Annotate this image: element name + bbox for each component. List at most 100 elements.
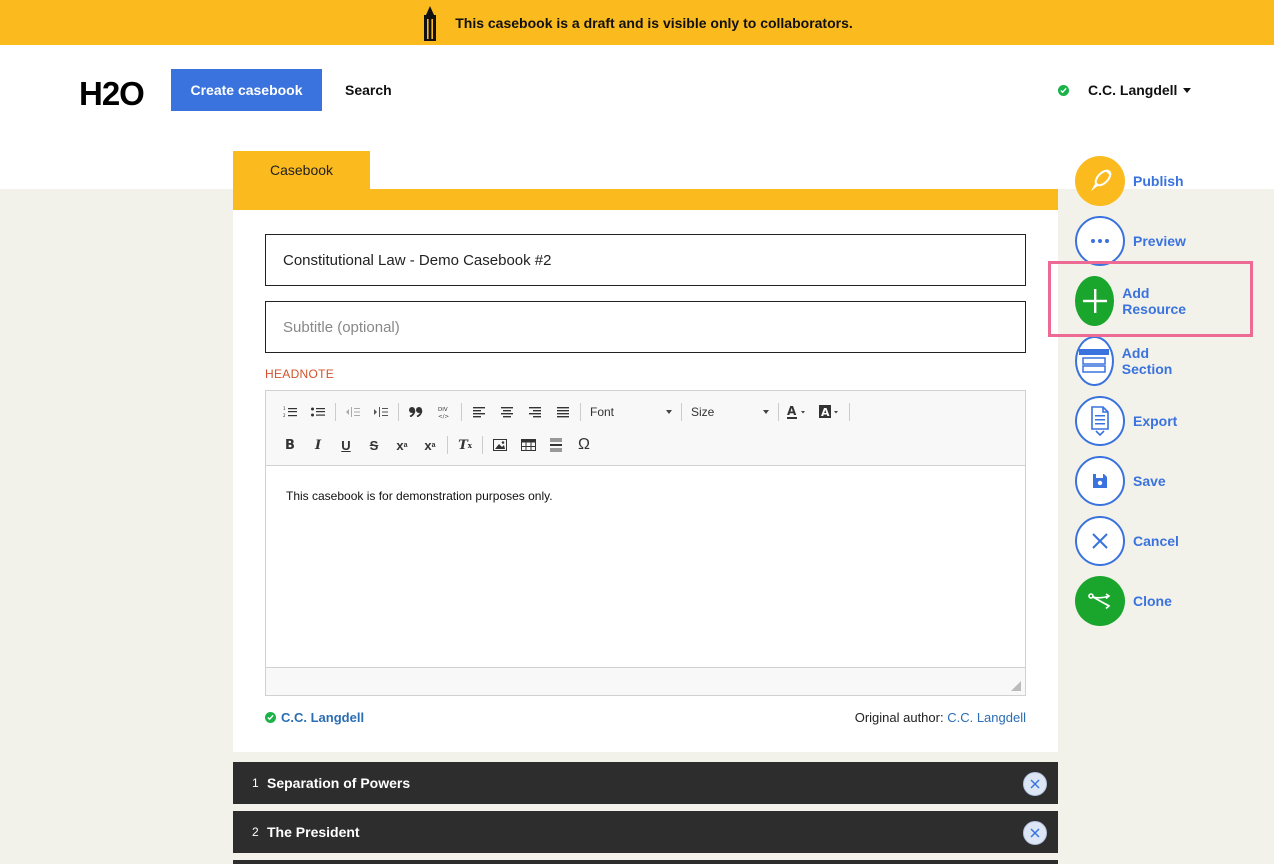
document-icon [1075, 396, 1125, 446]
user-name: C.C. Langdell [1088, 82, 1178, 98]
highlight-box [1048, 261, 1253, 337]
svg-text:1: 1 [283, 406, 286, 411]
numbered-list-icon[interactable]: 12 [276, 401, 304, 423]
tab-bar [233, 189, 1058, 210]
ellipsis-icon [1075, 216, 1125, 266]
draft-banner: This casebook is a draft and is visible … [0, 0, 1274, 45]
section-title[interactable]: The President [267, 824, 360, 840]
publish-icon [1075, 156, 1125, 206]
section-title[interactable]: Separation of Powers [267, 775, 410, 791]
section-icon [1075, 336, 1114, 386]
original-author-label: Original author: [854, 710, 944, 725]
close-icon [1075, 516, 1125, 566]
resize-handle-icon[interactable] [1011, 681, 1021, 691]
outdent-icon[interactable] [339, 401, 367, 423]
original-author-link[interactable]: C.C. Langdell [947, 710, 1026, 725]
toolbar-divider [681, 403, 682, 421]
bold-icon[interactable]: B [276, 434, 304, 456]
editor-content[interactable]: This casebook is for demonstration purpo… [286, 489, 553, 503]
font-select[interactable]: Font [584, 401, 678, 423]
strikethrough-icon[interactable]: S [360, 434, 388, 456]
publish-label: Publish [1133, 173, 1184, 189]
collaborator-name: C.C. Langdell [281, 710, 365, 725]
clone-button[interactable]: Clone [1075, 576, 1172, 626]
underline-icon[interactable]: U [332, 434, 360, 456]
clone-icon [1075, 576, 1125, 626]
background-color-icon[interactable]: A [814, 401, 846, 423]
blockquote-icon[interactable] [402, 401, 430, 423]
floppy-icon [1075, 456, 1125, 506]
text-color-icon[interactable]: A [782, 401, 814, 423]
section-row[interactable]: 1 Separation of Powers [233, 762, 1058, 804]
toolbar-divider [849, 403, 850, 421]
editor-toolbar: 12 DIV </> Font Size A A B I U S x a x a… [266, 391, 1025, 466]
chevron-down-icon [666, 410, 672, 414]
section-number: 1 [252, 776, 259, 790]
save-label: Save [1133, 473, 1166, 489]
preview-label: Preview [1133, 233, 1186, 249]
size-select[interactable]: Size [685, 401, 775, 423]
indent-icon[interactable] [367, 401, 395, 423]
remove-format-icon[interactable]: Tx [451, 434, 479, 456]
pencil-icon [424, 5, 437, 41]
align-center-icon[interactable] [493, 401, 521, 423]
svg-text:DIV: DIV [438, 407, 448, 413]
subtitle-input[interactable] [265, 301, 1026, 353]
clone-label: Clone [1133, 593, 1172, 609]
cancel-label: Cancel [1133, 533, 1179, 549]
svg-text:A: A [787, 405, 797, 418]
user-menu[interactable]: C.C. Langdell [1058, 82, 1192, 98]
export-button[interactable]: Export [1075, 396, 1177, 446]
font-select-label: Font [590, 405, 615, 419]
align-left-icon[interactable] [465, 401, 493, 423]
toolbar-divider [461, 403, 462, 421]
remove-section-button[interactable] [1023, 772, 1047, 796]
headnote-editor: 12 DIV </> Font Size A A B I U S x a x a… [265, 390, 1026, 696]
original-author: Original author: C.C. Langdell [855, 710, 1026, 725]
toolbar-divider [398, 403, 399, 421]
cancel-button[interactable]: Cancel [1075, 516, 1179, 566]
add-section-label: Add Section [1121, 345, 1173, 377]
close-icon [1030, 828, 1040, 838]
table-icon[interactable] [514, 434, 542, 456]
add-section-button[interactable]: Add Section [1075, 336, 1184, 386]
casebook-form: HEADNOTE 12 [233, 210, 1058, 752]
svg-text:A: A [821, 406, 830, 419]
create-casebook-button[interactable]: Create casebook [171, 69, 322, 111]
publish-button[interactable]: Publish [1075, 156, 1184, 206]
banner-text: This casebook is a draft and is visible … [455, 14, 853, 31]
headnote-label: HEADNOTE [265, 367, 335, 381]
remove-section-button[interactable] [1023, 821, 1047, 845]
section-number: 2 [252, 825, 259, 839]
section-row[interactable]: 2 The President [233, 811, 1058, 853]
editor-statusbar [266, 667, 1025, 695]
justify-icon[interactable] [549, 401, 577, 423]
search-link[interactable]: Search [345, 82, 392, 98]
align-right-icon[interactable] [521, 401, 549, 423]
export-label: Export [1133, 413, 1178, 429]
italic-icon[interactable]: I [304, 434, 332, 456]
div-container-icon[interactable]: DIV </> [430, 401, 458, 423]
close-icon [1030, 779, 1040, 789]
verified-check-icon [265, 712, 276, 723]
toolbar-divider [778, 403, 779, 421]
h2o-logo[interactable]: H2O [79, 75, 145, 113]
svg-text:2: 2 [283, 413, 286, 418]
horizontal-rule-icon[interactable] [542, 434, 570, 456]
preview-button[interactable]: Preview [1075, 216, 1186, 266]
bulleted-list-icon[interactable] [304, 401, 332, 423]
collaborator[interactable]: C.C. Langdell [265, 710, 364, 725]
toolbar-divider [482, 436, 483, 454]
subscript-icon[interactable]: xa [388, 434, 416, 456]
chevron-down-icon [763, 410, 769, 414]
image-icon[interactable] [486, 434, 514, 456]
special-character-icon[interactable]: Ω [570, 434, 598, 456]
toolbar-divider [580, 403, 581, 421]
save-button[interactable]: Save [1075, 456, 1166, 506]
title-input[interactable] [265, 234, 1026, 286]
chevron-down-icon [1183, 87, 1192, 93]
superscript-icon[interactable]: xa [416, 434, 444, 456]
svg-text:</>: </> [438, 414, 449, 419]
tab-casebook[interactable]: Casebook [233, 151, 370, 189]
section-row [233, 860, 1058, 864]
